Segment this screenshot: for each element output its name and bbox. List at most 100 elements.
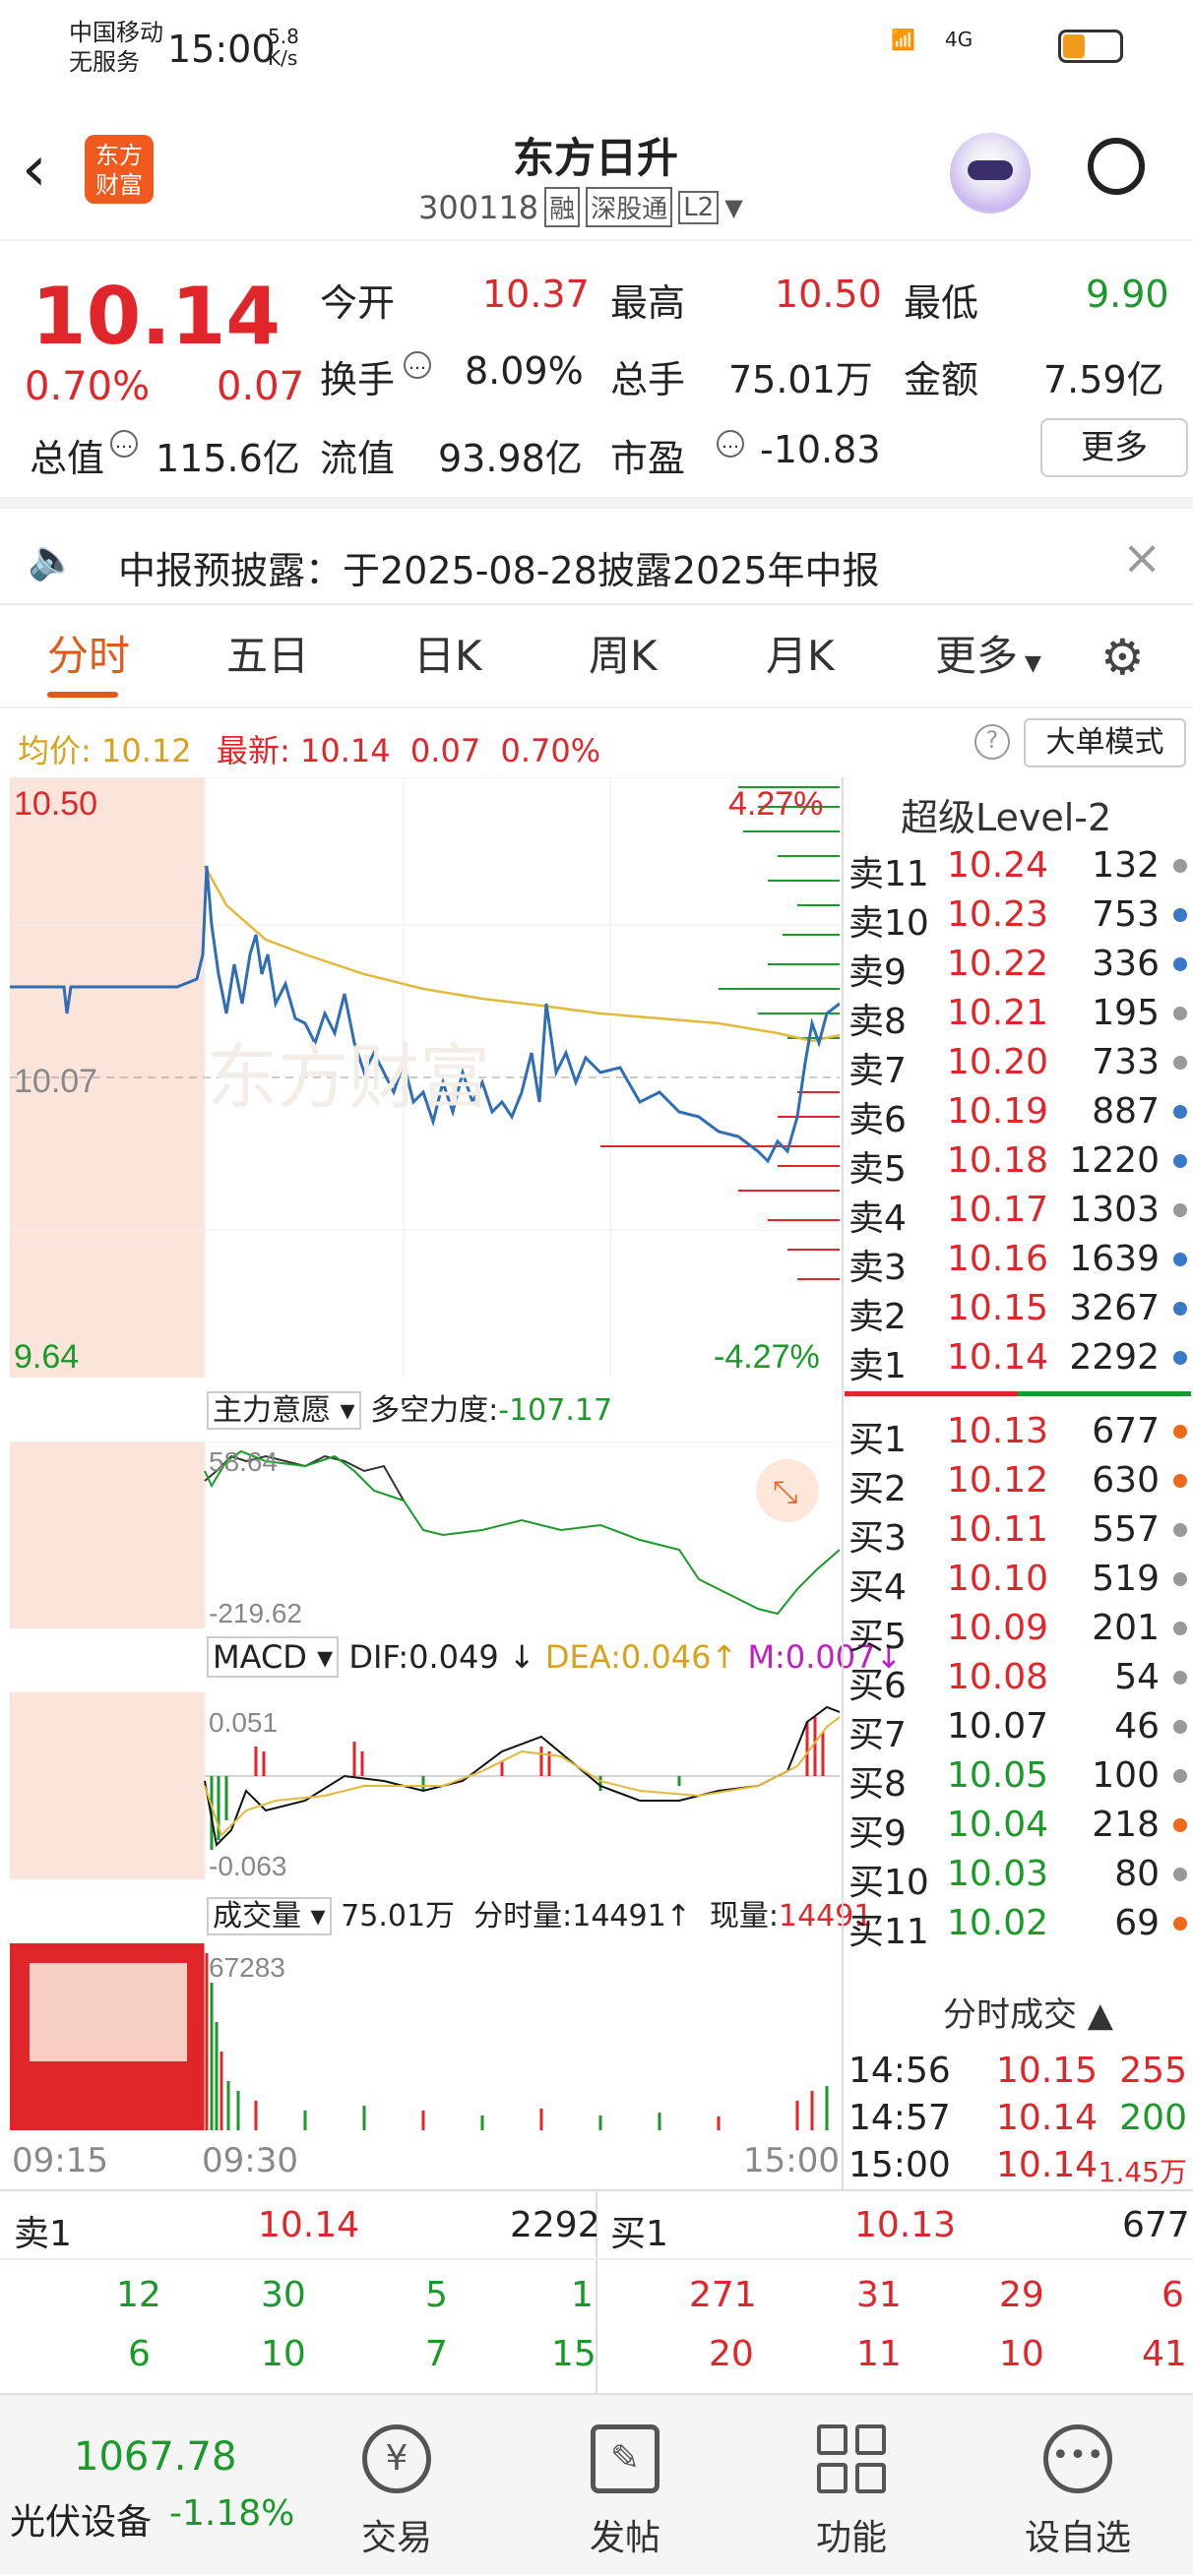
nav-trade[interactable]: ¥ 交易 <box>328 2424 466 2560</box>
robot-assistant-icon[interactable] <box>950 133 1031 214</box>
level-label: 卖11 <box>848 854 929 894</box>
tab-weekly-k[interactable]: 周K <box>589 623 658 683</box>
tab-5day[interactable]: 五日 <box>226 623 309 683</box>
ask-row[interactable]: 卖7 10.20 733 <box>848 1038 1193 1091</box>
indicator1-select[interactable]: 主力意愿 ▾ <box>207 1391 361 1430</box>
nav-post[interactable]: ✎ 发帖 <box>556 2424 694 2560</box>
macd-select[interactable]: MACD ▾ <box>207 1636 340 1678</box>
tab-indicator <box>47 692 118 698</box>
level-label: 卖6 <box>848 1100 907 1140</box>
time-open: 09:30 <box>202 2141 298 2180</box>
turnover-label: 换手 <box>320 358 396 401</box>
sector-index[interactable]: 1067.78 光伏设备 -1.18% <box>0 2395 295 2576</box>
ask-row[interactable]: 卖10 10.23 753 <box>848 890 1193 944</box>
high-label: 最高 <box>610 281 686 325</box>
order-dot-icon <box>1173 859 1187 873</box>
info-icon[interactable]: … <box>110 430 138 458</box>
tab-more[interactable]: 更多 ▼ <box>935 623 1041 683</box>
ask-row[interactable]: 卖5 10.18 1220 <box>848 1136 1193 1190</box>
bid-row[interactable]: 买6 10.08 54 <box>848 1653 1193 1706</box>
battery-icon <box>1058 30 1123 63</box>
nav-watchlist[interactable]: ••• 设自选 <box>1009 2424 1147 2560</box>
indicator1-chart[interactable]: 58.64 -219.62 ⤡ <box>10 1441 840 1628</box>
tab-monthly-k[interactable]: 月K <box>766 623 835 683</box>
order-dot-icon <box>1173 1351 1187 1365</box>
bid-row[interactable]: 买2 10.12 630 <box>848 1456 1193 1509</box>
bid-row[interactable]: 买4 10.10 519 <box>848 1555 1193 1608</box>
gear-icon[interactable]: ⚙ <box>1100 629 1145 686</box>
search-icon[interactable] <box>1088 138 1145 195</box>
ask-row[interactable]: 卖9 10.22 336 <box>848 940 1193 993</box>
time-start: 09:15 <box>12 2141 108 2180</box>
badge-l2: L2 <box>678 190 720 224</box>
level-volume: 54 <box>1114 1657 1160 1697</box>
level-price: 10.03 <box>947 1854 1049 1894</box>
ask-row[interactable]: 卖2 10.15 3267 <box>848 1284 1193 1337</box>
ask-row[interactable]: 卖11 10.24 132 <box>848 841 1193 894</box>
more-dots-icon: ••• <box>1043 2424 1112 2493</box>
ask-row[interactable]: 卖1 10.14 2292 <box>848 1333 1193 1386</box>
more-button[interactable]: 更多 <box>1040 418 1188 477</box>
ask-row[interactable]: 卖4 10.17 1303 <box>848 1186 1193 1239</box>
help-icon[interactable]: ? <box>974 724 1010 760</box>
back-icon[interactable]: ‹ <box>22 133 47 206</box>
svg-text:⤡: ⤡ <box>773 1473 798 1510</box>
app-logo[interactable]: 东方 财富 <box>85 135 154 204</box>
level-volume: 557 <box>1092 1509 1160 1550</box>
buy1-label: 买1 <box>610 2214 668 2254</box>
macd-bottom: -0.063 <box>209 1851 286 1879</box>
intraday-price-chart[interactable]: 东方财富 10.50 10.07 9.64 4.27% -4.27% <box>10 777 840 1378</box>
bid-row[interactable]: 买10 10.03 80 <box>848 1850 1193 1903</box>
low-label: 最低 <box>904 281 979 325</box>
level-price: 10.12 <box>947 1460 1049 1501</box>
bid-row[interactable]: 买9 10.04 218 <box>848 1801 1193 1854</box>
bid-row[interactable]: 买7 10.07 46 <box>848 1702 1193 1755</box>
indicator1-bottom: -219.62 <box>209 1598 302 1628</box>
big-order-mode-button[interactable]: 大单模式 <box>1024 718 1186 767</box>
bid-row[interactable]: 买5 10.09 201 <box>848 1604 1193 1657</box>
cell: 15 <box>551 2334 596 2374</box>
stock-code-row: 300118 融 深股通 L2 ▼ <box>418 187 743 227</box>
sell1-label: 卖1 <box>14 2214 72 2254</box>
bid-row[interactable]: 买1 10.13 677 <box>848 1407 1193 1460</box>
cell: 29 <box>999 2275 1044 2315</box>
ask-row[interactable]: 卖6 10.19 887 <box>848 1087 1193 1140</box>
level-price: 10.15 <box>947 1288 1049 1328</box>
tab-intraday[interactable]: 分时 <box>47 623 130 683</box>
ask-row[interactable]: 卖8 10.21 195 <box>848 989 1193 1042</box>
cell: 6 <box>128 2334 151 2374</box>
bid-row[interactable]: 买11 10.02 69 <box>848 1899 1193 1952</box>
order-dot-icon <box>1173 1105 1187 1119</box>
trade-row: 14:57 10.14 200 <box>848 2094 1193 2143</box>
chevron-down-icon[interactable]: ▼ <box>724 194 742 221</box>
level-label: 卖7 <box>848 1051 907 1091</box>
info-icon[interactable]: … <box>404 351 431 379</box>
cell: 271 <box>689 2275 757 2315</box>
last-price: 10.14 <box>31 271 282 362</box>
avg-price-line <box>203 865 840 1043</box>
status-bar: 中国移动 无服务 15:00 5.8 K/s 📶 4G <box>0 0 1193 103</box>
trade-price: 10.15 <box>996 2051 1099 2091</box>
open-label: 今开 <box>320 281 396 325</box>
volume-chart[interactable]: 67283 <box>10 1943 840 2130</box>
notice-bar[interactable]: 🔈 中报预披露：于2025-08-28披露2025年中报 × <box>0 497 1193 605</box>
macd-chart[interactable]: 0.051 -0.063 <box>10 1692 840 1879</box>
cell: 6 <box>1162 2275 1184 2315</box>
tab-daily-k[interactable]: 日K <box>413 623 482 683</box>
level-volume: 132 <box>1092 845 1160 886</box>
pe-label: 市盈 <box>610 437 686 480</box>
bid-row[interactable]: 买3 10.11 557 <box>848 1505 1193 1559</box>
sell1-volume: 2292 <box>510 2205 600 2245</box>
volume-select[interactable]: 成交量 ▾ <box>207 1897 332 1935</box>
trades-title[interactable]: 分时成交 ▲ <box>943 1988 1113 2036</box>
order-dot-icon <box>1173 1769 1187 1783</box>
ask-row[interactable]: 卖3 10.16 1639 <box>848 1235 1193 1288</box>
level2-title[interactable]: 超级Level-2 <box>901 787 1111 841</box>
close-icon[interactable]: × <box>1122 530 1162 585</box>
nav-functions[interactable]: 功能 <box>783 2424 920 2560</box>
info-icon[interactable]: … <box>717 430 744 458</box>
axis-down-pct: -4.27% <box>714 1338 820 1376</box>
index-name: 光伏设备 <box>10 2502 153 2543</box>
bid-row[interactable]: 买8 10.05 100 <box>848 1751 1193 1805</box>
level-price: 10.23 <box>947 894 1049 935</box>
